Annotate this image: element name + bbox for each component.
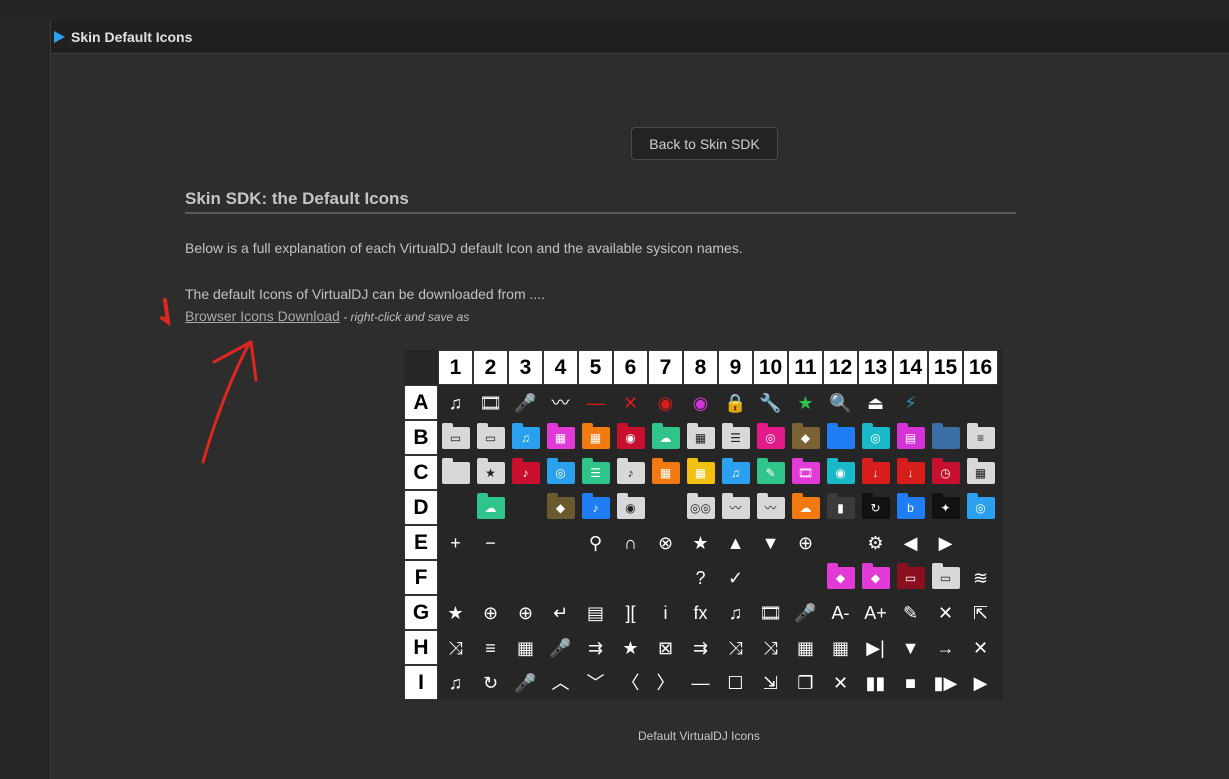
red-arrow-annotation xyxy=(160,298,258,464)
